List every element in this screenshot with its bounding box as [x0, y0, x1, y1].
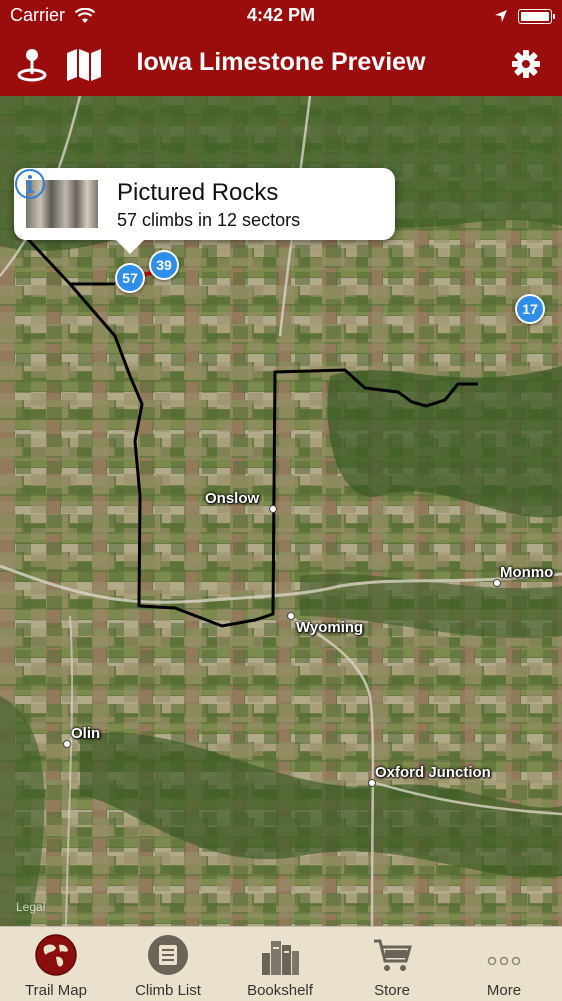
nav-bar: Iowa Limestone Preview [0, 32, 562, 96]
tab-more[interactable]: More [448, 927, 560, 1001]
town-dot [269, 505, 277, 513]
cart-icon [374, 939, 412, 971]
town-label-wyoming: Wyoming [296, 619, 364, 636]
town-label-monmouth: Monmo [500, 564, 554, 581]
more-dots-icon [487, 956, 521, 966]
clock: 4:42 PM [246, 5, 316, 25]
crag-callout[interactable]: Pictured Rocks 57 climbs in 12 sectors [14, 168, 395, 254]
info-icon[interactable] [14, 168, 46, 200]
list-icon [148, 935, 188, 975]
globe-icon [35, 934, 77, 976]
tab-bar: Trail Map Climb List Bookshelf Store Mor… [0, 926, 562, 1001]
cluster-marker-17[interactable]: 17 [515, 294, 545, 324]
tab-label: More [486, 982, 522, 999]
status-bar: Carrier 4:42 PM [0, 0, 562, 32]
tab-label: Store [374, 982, 410, 999]
town-label-oxford-junction: Oxford Junction [375, 764, 491, 781]
callout-title: Pictured Rocks [117, 179, 279, 206]
cluster-marker-39[interactable]: 39 [149, 250, 179, 280]
legal-link[interactable]: Legal [16, 900, 45, 914]
town-label-onslow: Onslow [205, 490, 260, 507]
town-label-olin: Olin [71, 725, 101, 742]
cluster-marker-57[interactable]: 57 [115, 263, 145, 293]
tab-bookshelf[interactable]: Bookshelf [224, 927, 336, 1001]
town-dot [287, 612, 295, 620]
books-icon [262, 941, 299, 975]
town-dot [63, 740, 71, 748]
callout-subtitle: 57 climbs in 12 sectors [117, 210, 301, 230]
location-arrow-icon [495, 10, 507, 22]
tab-store[interactable]: Store [336, 927, 448, 1001]
tab-trail-map[interactable]: Trail Map [0, 927, 112, 1001]
tab-label: Trail Map [25, 982, 87, 999]
satellite-map[interactable]: Onslow Wyoming Monmo Olin Oxford Junctio… [0, 96, 562, 926]
tab-label: Climb List [135, 982, 201, 999]
battery-icon [518, 9, 555, 24]
tab-climb-list[interactable]: Climb List [112, 927, 224, 1001]
tab-label: Bookshelf [247, 982, 313, 999]
page-title: Iowa Limestone Preview [136, 48, 426, 76]
gear-icon[interactable] [506, 44, 546, 84]
